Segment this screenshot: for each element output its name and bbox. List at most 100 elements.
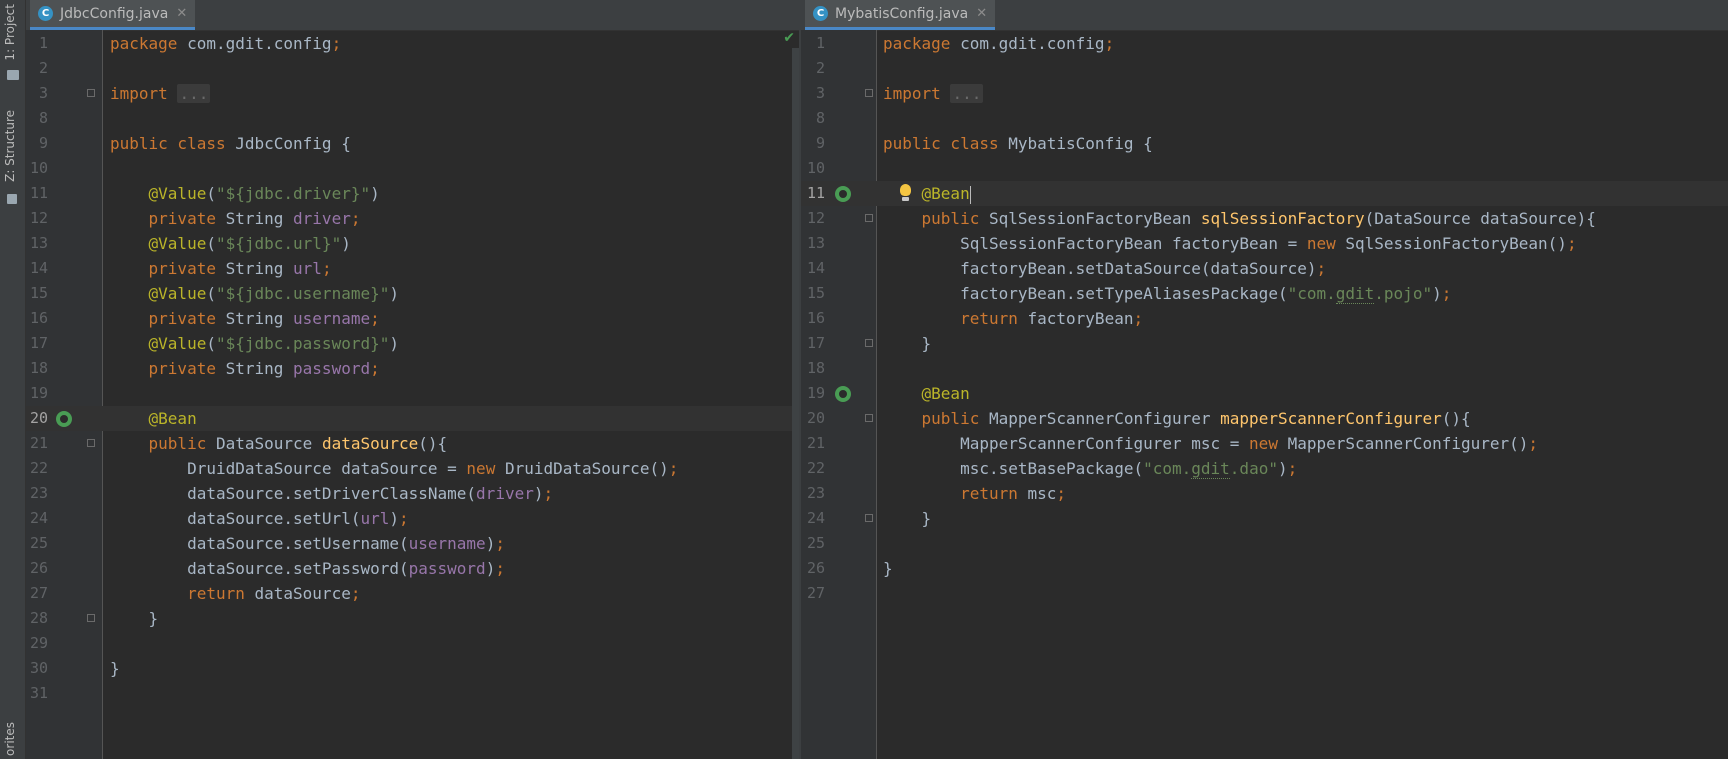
code-line[interactable]: 23 return msc; <box>801 481 1728 506</box>
code-line[interactable]: 20 @Bean <box>26 406 799 431</box>
code-line[interactable]: 13 SqlSessionFactoryBean factoryBean = n… <box>801 231 1728 256</box>
code-text: @Bean <box>883 181 971 206</box>
code-token: String <box>225 259 294 278</box>
line-number: 13 <box>29 234 48 252</box>
tab-jdbcconfig[interactable]: C JdbcConfig.java ✕ <box>30 0 196 30</box>
fold-toggle-icon[interactable] <box>865 414 873 422</box>
line-number: 26 <box>806 559 825 577</box>
code-token: @Bean <box>921 184 970 203</box>
code-line[interactable]: 2 <box>26 56 799 81</box>
code-line[interactable]: 21 MapperScannerConfigurer msc = new Map… <box>801 431 1728 456</box>
code-line[interactable]: 3 import ... <box>801 81 1728 106</box>
spring-bean-icon[interactable] <box>56 411 72 427</box>
code-token: "${jdbc.driver}" <box>215 184 371 203</box>
code-line[interactable]: 26} <box>801 556 1728 581</box>
code-line[interactable]: 17 } <box>801 331 1728 356</box>
code-line[interactable]: 10 <box>26 156 799 181</box>
code-line[interactable]: 23 dataSource.setDriverClassName(driver)… <box>26 481 799 506</box>
code-line[interactable]: 15 @Value("${jdbc.username}") <box>26 281 799 306</box>
fold-toggle-icon[interactable] <box>865 214 873 222</box>
code-text: private String url; <box>110 256 332 281</box>
code-line[interactable]: 22 msc.setBasePackage("com.gdit.dao"); <box>801 456 1728 481</box>
project-folder-icon[interactable] <box>7 70 19 80</box>
code-line[interactable]: 18 private String password; <box>26 356 799 381</box>
code-line[interactable]: 25 <box>801 531 1728 556</box>
code-line[interactable]: 30} <box>26 656 799 681</box>
code-line[interactable]: 8 <box>801 106 1728 131</box>
code-line[interactable]: 9 public class JdbcConfig { <box>26 131 799 156</box>
code-text: } <box>883 331 932 356</box>
code-line[interactable]: 31 <box>26 681 799 706</box>
code-line[interactable]: 14 factoryBean.setDataSource(dataSource)… <box>801 256 1728 281</box>
code-token[interactable]: ... <box>950 84 984 103</box>
code-line[interactable]: 29 <box>26 631 799 656</box>
inspection-ok-icon[interactable]: ✔ <box>783 30 795 46</box>
line-number: 27 <box>806 584 825 602</box>
code-line[interactable]: 16 private String username; <box>26 306 799 331</box>
code-line[interactable]: 21 public DataSource dataSource(){ <box>26 431 799 456</box>
code-line[interactable]: 24 dataSource.setUrl(url); <box>26 506 799 531</box>
code-token: factoryBean.setDataSource(dataSource) <box>883 259 1317 278</box>
code-line[interactable]: 18 <box>801 356 1728 381</box>
code-line[interactable]: 25 dataSource.setUsername(username); <box>26 531 799 556</box>
code-line[interactable]: 20 public MapperScannerConfigurer mapper… <box>801 406 1728 431</box>
code-line[interactable]: 15 factoryBean.setTypeAliasesPackage("co… <box>801 281 1728 306</box>
code-line[interactable]: 3 import ... <box>26 81 799 106</box>
code-editor[interactable]: 1 package com.gdit.config; 2 3 import ... 8 9 p… <box>26 31 799 706</box>
structure-tool-button[interactable]: Z: Structure <box>3 110 17 182</box>
code-line[interactable]: 1 package com.gdit.config; <box>801 31 1728 56</box>
fold-toggle-icon[interactable] <box>87 89 95 97</box>
code-line[interactable]: 12 private String driver; <box>26 206 799 231</box>
code-token[interactable]: ... <box>177 84 211 103</box>
code-line[interactable]: 27 return dataSource; <box>26 581 799 606</box>
code-line[interactable]: 22 DruidDataSource dataSource = new Drui… <box>26 456 799 481</box>
code-line[interactable]: 8 <box>26 106 799 131</box>
code-token: dataSource.setUsername( <box>110 534 409 553</box>
project-tool-button[interactable]: 1: Project <box>3 4 17 61</box>
code-line[interactable]: 27 <box>801 581 1728 606</box>
code-token: msc <box>1027 484 1057 503</box>
code-line[interactable]: 1 package com.gdit.config; <box>26 31 799 56</box>
code-token: "${jdbc.password}" <box>215 334 390 353</box>
code-line[interactable]: 2 <box>801 56 1728 81</box>
code-token: public <box>921 409 989 428</box>
close-icon[interactable]: ✕ <box>176 6 187 21</box>
code-line[interactable]: 14 private String url; <box>26 256 799 281</box>
favorites-tool-button[interactable]: orites <box>3 722 17 756</box>
code-token: MapperScannerConfigurer msc = <box>883 434 1250 453</box>
line-number: 16 <box>806 309 825 327</box>
fold-toggle-icon[interactable] <box>87 439 95 447</box>
code-line[interactable]: 11 @Value("${jdbc.driver}") <box>26 181 799 206</box>
code-line[interactable]: 17 @Value("${jdbc.password}") <box>26 331 799 356</box>
code-text: @Bean <box>883 381 970 406</box>
code-line[interactable]: 26 dataSource.setPassword(password); <box>26 556 799 581</box>
code-line[interactable]: 19 <box>26 381 799 406</box>
code-line[interactable]: 28 } <box>26 606 799 631</box>
spring-bean-icon[interactable] <box>835 386 851 402</box>
fold-toggle-icon[interactable] <box>865 339 873 347</box>
structure-icon[interactable] <box>7 194 17 204</box>
code-editor[interactable]: 1 package com.gdit.config; 2 3 import ... 8 9 p… <box>801 31 1728 606</box>
editor-scrollbar[interactable] <box>792 48 799 759</box>
fold-toggle-icon[interactable] <box>865 89 873 97</box>
close-icon[interactable]: ✕ <box>976 6 987 21</box>
fold-toggle-icon[interactable] <box>865 514 873 522</box>
code-line[interactable]: 10 <box>801 156 1728 181</box>
code-line[interactable]: 11 @Bean <box>801 181 1728 206</box>
line-number: 22 <box>806 459 825 477</box>
code-token: driver <box>476 484 534 503</box>
code-line[interactable]: 9 public class MybatisConfig { <box>801 131 1728 156</box>
fold-toggle-icon[interactable] <box>87 614 95 622</box>
tab-mybatisconfig[interactable]: C MybatisConfig.java ✕ <box>805 0 996 30</box>
tab-title: MybatisConfig.java <box>835 5 969 22</box>
code-line[interactable]: 16 return factoryBean; <box>801 306 1728 331</box>
code-line[interactable]: 12 public SqlSessionFactoryBean sqlSessi… <box>801 206 1728 231</box>
code-line[interactable]: 13 @Value("${jdbc.url}") <box>26 231 799 256</box>
code-line[interactable]: 19 @Bean <box>801 381 1728 406</box>
code-line[interactable]: 24 } <box>801 506 1728 531</box>
code-text: public class JdbcConfig { <box>110 131 351 156</box>
spring-bean-icon[interactable] <box>835 186 851 202</box>
